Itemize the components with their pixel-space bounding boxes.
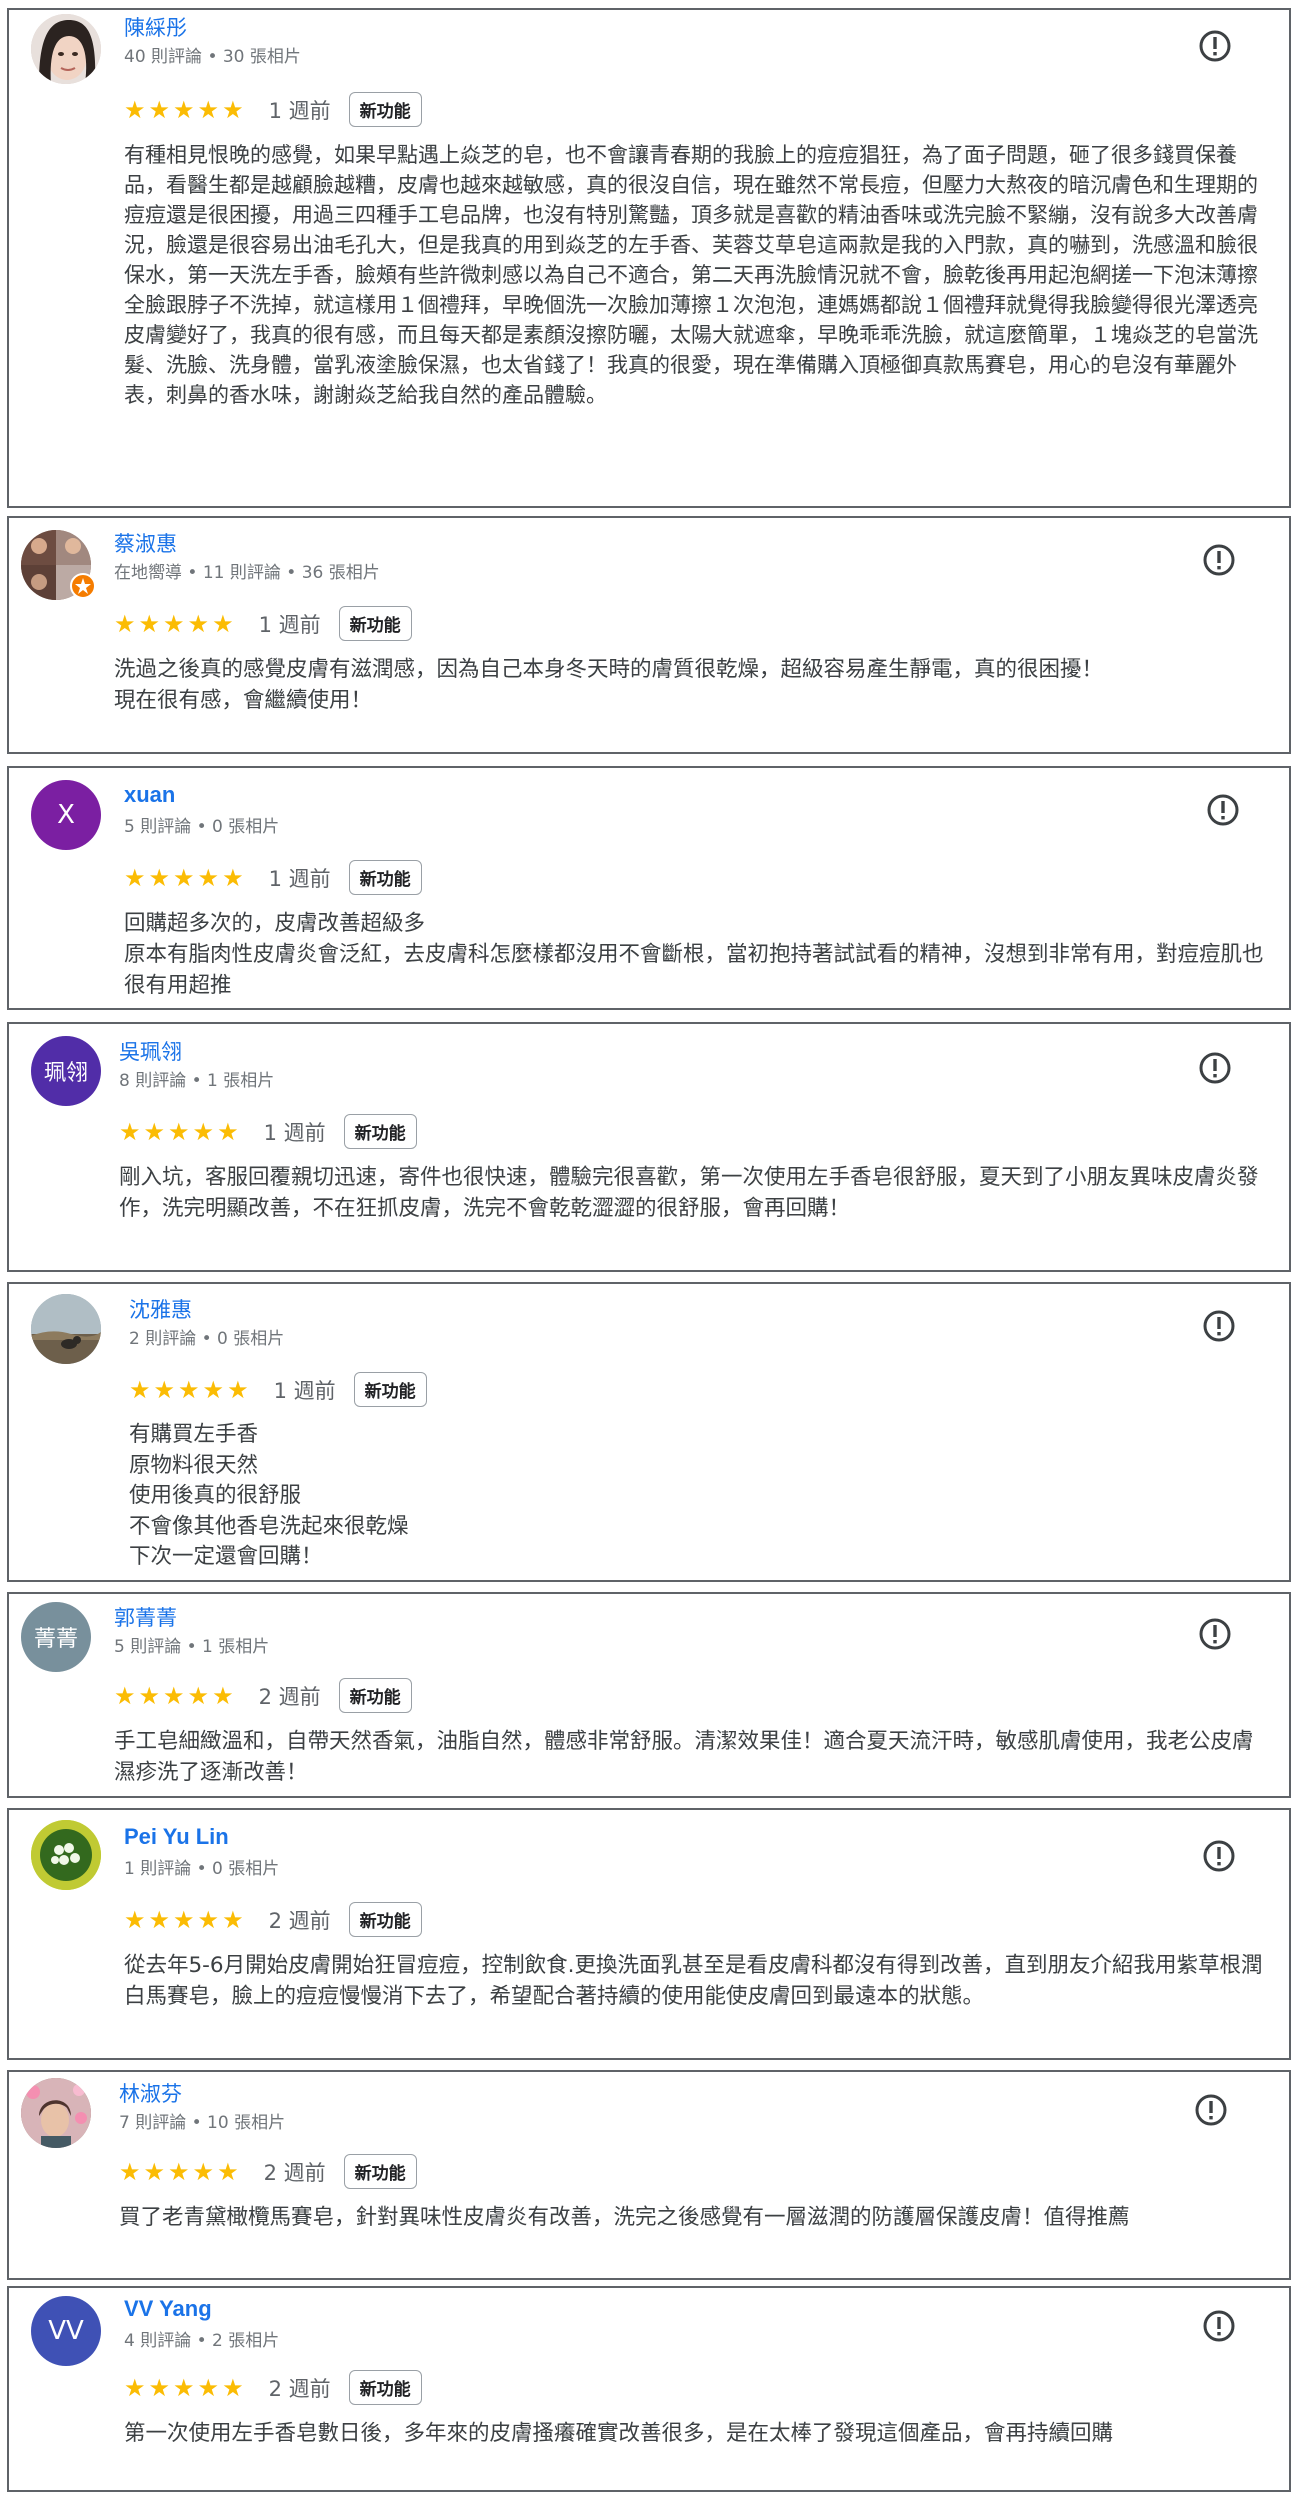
star-rating: ★★★★★ [114,1681,237,1710]
local-guide-badge-icon [70,573,96,599]
reviewer-name[interactable]: 吳珮翎 [119,1036,182,1066]
review-text: 有種相見恨晚的感覺，如果早點遇上焱芝的皂，也不會讓青春期的我臉上的痘痘猖狂，為了… [124,143,1258,407]
new-feature-button[interactable]: 新功能 [343,2154,417,2189]
review-text: 第一次使用左手香皂數日後，多年來的皮膚搔癢確實改善很多，是在太棒了發現這個產品，… [124,2421,1114,2446]
review-text: 手工皂細緻溫和，自帶天然香氣，油脂自然，體感非常舒服。清潔效果佳！適合夏天流汗時… [114,1729,1254,1785]
review-text: 回購超多次的，皮膚改善超級多 原本有脂肉性皮膚炎會泛紅，去皮膚科怎麼樣都沒用不會… [124,911,1264,998]
report-flag-icon[interactable] [1201,542,1237,578]
new-feature-button[interactable]: 新功能 [338,1678,412,1713]
report-flag-icon[interactable] [1205,792,1241,828]
review-date: 1 週前 [258,612,321,637]
review-date: 1 週前 [268,866,331,891]
star-rating: ★★★★★ [124,95,247,124]
star-rating: ★★★★★ [124,863,247,892]
review-date: 2 週前 [258,1684,321,1709]
avatar-initial: X [57,800,75,830]
review-card: X xuan 5 則評論 • 0 張相片 ★★★★★ 1 週前 新功能 回購超多… [7,766,1291,1010]
star-rating: ★★★★★ [114,609,237,638]
reviewer-avatar[interactable] [21,2078,91,2148]
reviewer-avatar[interactable]: 菁菁 [21,1602,91,1672]
flower-photo-avatar-icon [31,1820,101,1890]
report-flag-icon[interactable] [1197,1616,1233,1652]
rating-row: ★★★★★ 2 週前 新功能 [114,1678,412,1713]
review-date: 2 週前 [268,1908,331,1933]
new-feature-button[interactable]: 新功能 [348,860,422,895]
reviewer-avatar[interactable]: X [31,780,101,850]
reviewer-avatar[interactable]: VV [31,2296,101,2366]
landscape-photo-avatar-icon [31,1294,101,1364]
rating-row: ★★★★★ 2 週前 新功能 [124,2370,422,2405]
review-text: 洗過之後真的感覺皮膚有滋潤感，因為自己本身冬天時的膚質很乾燥，超級容易產生靜電，… [114,657,1104,713]
review-text: 買了老青黛橄欖馬賽皂，針對異味性皮膚炎有改善，洗完之後感覺有一層滋潤的防護層保護… [119,2205,1130,2230]
reviewer-avatar[interactable] [31,14,101,84]
reviewer-stats: 1 則評論 • 0 張相片 [124,1859,280,1879]
blossom-photo-avatar-icon [21,2078,91,2148]
new-feature-button[interactable]: 新功能 [343,1114,417,1149]
report-flag-icon[interactable] [1193,2092,1229,2128]
review-text: 有購買左手香 原物料很天然 使用後真的很舒服 不會像其他香皂洗起來很乾燥 下次一… [129,1422,409,1569]
rating-row: ★★★★★ 1 週前 新功能 [129,1372,427,1407]
review-text: 剛入坑，客服回覆親切迅速，寄件也很快速，體驗完很喜歡，第一次使用左手香皂很舒服，… [119,1165,1259,1221]
report-flag-icon[interactable] [1197,28,1233,64]
new-feature-button[interactable]: 新功能 [348,1902,422,1937]
review-date: 1 週前 [268,98,331,123]
reviewer-stats: 5 則評論 • 0 張相片 [124,817,280,837]
rating-row: ★★★★★ 1 週前 新功能 [114,606,412,641]
reviewer-avatar[interactable] [31,1294,101,1364]
reviewer-name[interactable]: 陳綵彤 [124,12,187,42]
report-flag-icon[interactable] [1197,1050,1233,1086]
star-rating: ★★★★★ [124,1905,247,1934]
reviewer-stats: 7 則評論 • 10 張相片 [119,2113,286,2133]
reviewer-name[interactable]: Pei Yu Lin [124,1824,229,1850]
star-rating: ★★★★★ [119,1117,242,1146]
report-flag-icon[interactable] [1201,1838,1237,1874]
review-card: 珮翎 吳珮翎 8 則評論 • 1 張相片 ★★★★★ 1 週前 新功能 剛入坑，… [7,1022,1291,1272]
reviewer-stats: 40 則評論 • 30 張相片 [124,47,301,67]
review-card: 菁菁 郭菁菁 5 則評論 • 1 張相片 ★★★★★ 2 週前 新功能 手工皂細… [7,1592,1291,1798]
report-flag-icon[interactable] [1201,1308,1237,1344]
reviewer-name[interactable]: 郭菁菁 [114,1602,177,1632]
avatar-initial: 菁菁 [33,1627,78,1652]
new-feature-button[interactable]: 新功能 [348,2370,422,2405]
rating-row: ★★★★★ 1 週前 新功能 [124,860,422,895]
report-flag-icon[interactable] [1201,2308,1237,2344]
reviewer-avatar[interactable]: 珮翎 [31,1036,101,1106]
reviewer-avatar[interactable] [31,1820,101,1890]
reviewer-name[interactable]: xuan [124,782,175,808]
new-feature-button[interactable]: 新功能 [353,1372,427,1407]
review-card: 陳綵彤 40 則評論 • 30 張相片 ★★★★★ 1 週前 新功能 有種相見恨… [7,8,1291,508]
star-rating: ★★★★★ [124,2373,247,2402]
reviewer-stats: 4 則評論 • 2 張相片 [124,2331,280,2351]
reviewer-stats: 2 則評論 • 0 張相片 [129,1329,285,1349]
review-card: Pei Yu Lin 1 則評論 • 0 張相片 ★★★★★ 2 週前 新功能 … [7,1808,1291,2060]
review-card: 沈雅惠 2 則評論 • 0 張相片 ★★★★★ 1 週前 新功能 有購買左手香 … [7,1282,1291,1582]
star-rating: ★★★★★ [129,1375,252,1404]
reviewer-name[interactable]: VV Yang [124,2296,212,2322]
woman-photo-avatar-icon [31,14,101,84]
review-date: 1 週前 [263,1120,326,1145]
reviewer-stats: 8 則評論 • 1 張相片 [119,1071,275,1091]
rating-row: ★★★★★ 1 週前 新功能 [119,1114,417,1149]
reviewer-stats: 5 則評論 • 1 張相片 [114,1637,270,1657]
review-card: 蔡淑惠 在地嚮導 • 11 則評論 • 36 張相片 ★★★★★ 1 週前 新功… [7,516,1291,754]
review-text: 從去年5-6月開始皮膚開始狂冒痘痘，控制飲食.更換洗面乳甚至是看皮膚科都沒有得到… [124,1953,1263,2009]
review-card: 林淑芬 7 則評論 • 10 張相片 ★★★★★ 2 週前 新功能 買了老青黛橄… [7,2070,1291,2280]
review-date: 2 週前 [263,2160,326,2185]
review-date: 2 週前 [268,2376,331,2401]
rating-row: ★★★★★ 1 週前 新功能 [124,92,422,127]
new-feature-button[interactable]: 新功能 [338,606,412,641]
reviewer-name[interactable]: 林淑芬 [119,2078,182,2108]
avatar-initial: VV [48,2316,84,2346]
new-feature-button[interactable]: 新功能 [348,92,422,127]
reviewer-stats: 在地嚮導 • 11 則評論 • 36 張相片 [114,563,380,583]
reviewer-name[interactable]: 沈雅惠 [129,1294,192,1324]
star-rating: ★★★★★ [119,2157,242,2186]
review-date: 1 週前 [273,1378,336,1403]
avatar-initial: 珮翎 [43,1061,88,1086]
reviewer-name[interactable]: 蔡淑惠 [114,528,177,558]
rating-row: ★★★★★ 2 週前 新功能 [119,2154,417,2189]
rating-row: ★★★★★ 2 週前 新功能 [124,1902,422,1937]
review-card: VV VV Yang 4 則評論 • 2 張相片 ★★★★★ 2 週前 新功能 … [7,2286,1291,2492]
